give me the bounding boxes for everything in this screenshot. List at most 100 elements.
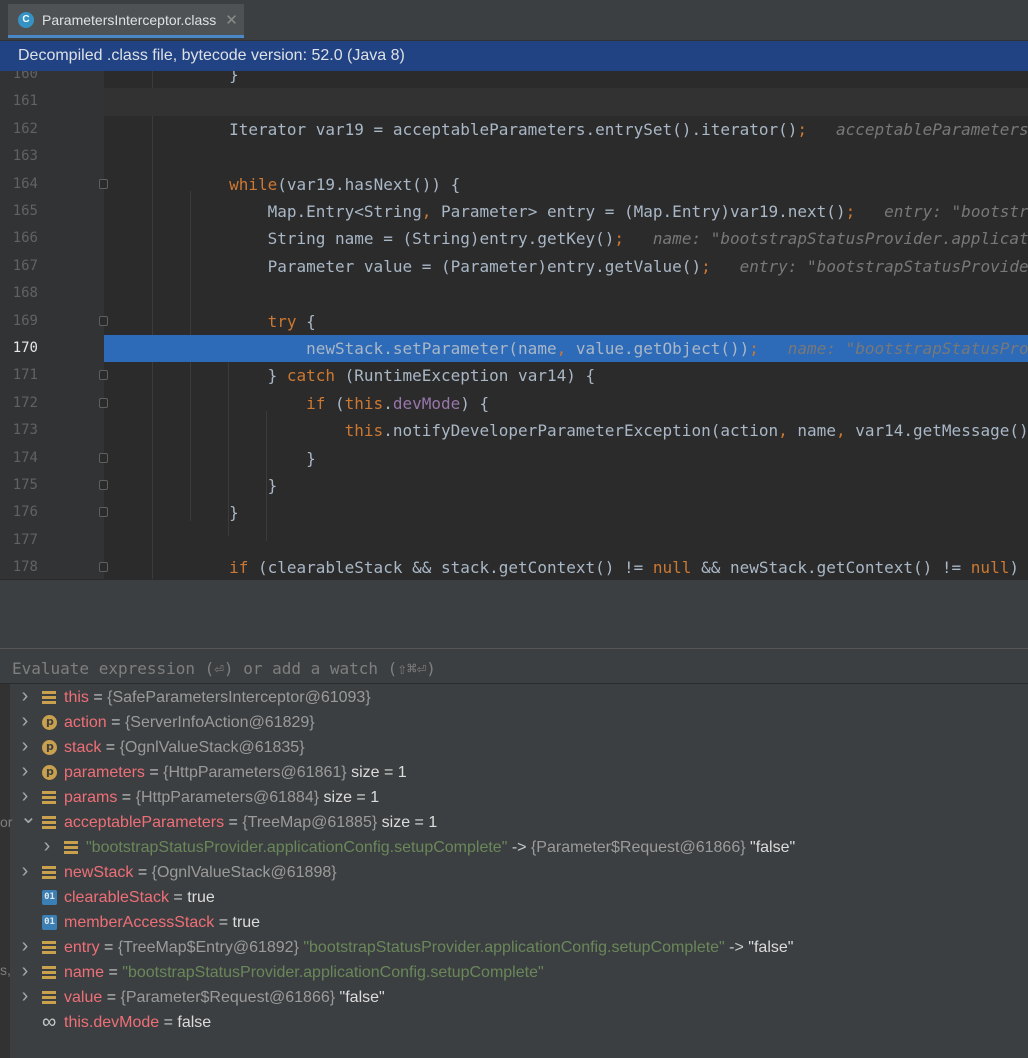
line-number[interactable]: 170 (0, 335, 38, 362)
code-line[interactable]: 161 (13, 88, 1028, 116)
code-editor[interactable]: 160 } 161 162 Iterator var19 = acceptableP… (0, 71, 1028, 579)
code-token: null (652, 558, 692, 578)
code-line[interactable]: 175 } (0, 472, 1028, 499)
variable-row[interactable]: 01 memberAccessStack = true (0, 910, 1028, 935)
code-token: ( (325, 393, 345, 413)
variable-row[interactable]: › action = {ServerInfoAction@61829} (0, 709, 1028, 735)
expand-arrow-icon[interactable]: › (20, 760, 30, 782)
code-line[interactable]: 162 Iterator var19 = acceptableParameter… (0, 116, 1028, 143)
line-number[interactable]: 167 (0, 253, 38, 280)
line-number[interactable]: 172 (0, 390, 38, 417)
code-line[interactable]: 169 try { (0, 308, 1028, 335)
code-line[interactable]: 176 } (0, 499, 1028, 526)
variable-row[interactable]: › params = {HttpParameters@61884} size = … (0, 785, 1028, 810)
line-number[interactable]: 177 (0, 527, 38, 554)
expand-arrow-icon[interactable]: › (20, 960, 30, 982)
code-line[interactable]: 165 Map.Entry<String, Parameter> entry =… (0, 198, 1028, 225)
code-line[interactable]: 178 if (clearableStack && stack.getConte… (0, 554, 1028, 579)
code-token: try (152, 311, 297, 331)
code-line[interactable]: 172 if (this.devMode) { (0, 390, 1028, 417)
line-number[interactable]: 162 (0, 116, 38, 143)
code-token: . (383, 393, 393, 413)
variable-row[interactable]: › stack = {OgnlValueStack@61835} (0, 734, 1028, 760)
variable-value: true (232, 914, 261, 931)
fold-marker-icon[interactable] (99, 397, 108, 408)
line-number[interactable]: 168 (0, 280, 38, 307)
line-number[interactable]: 171 (0, 362, 38, 389)
variable-name: value (64, 989, 103, 1006)
code-line[interactable]: 171 } catch (RuntimeException var14) { (0, 362, 1028, 389)
expand-arrow-icon[interactable]: › (20, 685, 30, 707)
line-number[interactable]: 161 (0, 88, 38, 115)
variable-row[interactable]: › name = "bootstrapStatusProvider.applica… (0, 960, 1028, 985)
fold-marker-icon[interactable] (99, 178, 108, 189)
code-token: , (778, 421, 788, 441)
variable-row[interactable]: › parameters = {HttpParameters@61861} siz… (0, 759, 1028, 785)
line-number[interactable]: 169 (0, 308, 38, 335)
variable-name: stack (64, 739, 102, 756)
code-text: while(var19.hasNext()) { (152, 171, 460, 198)
variable-row[interactable]: › "bootstrapStatusProvider.applicationCon… (0, 835, 1028, 860)
expand-arrow-icon[interactable]: › (20, 710, 30, 732)
variable-row[interactable]: › newStack = {OgnlValueStack@61898} (0, 860, 1028, 885)
code-line[interactable]: 174 } (0, 445, 1028, 472)
object-icon (42, 690, 57, 705)
variable-value: size = 1 (377, 814, 438, 831)
code-line[interactable]: 167 Parameter value = (Parameter)entry.g… (0, 253, 1028, 280)
fold-marker-icon[interactable] (99, 370, 108, 381)
expand-arrow-icon[interactable]: › (20, 860, 30, 882)
line-number[interactable]: 176 (0, 499, 38, 526)
code-line[interactable]: 163 (0, 143, 1028, 170)
variable-row[interactable]: › entry = {TreeMap$Entry@61892} "bootstra… (0, 935, 1028, 960)
decompiled-notice-banner: Decompiled .class file, bytecode version… (0, 41, 1028, 71)
collapse-arrow-icon[interactable]: ⌄ (20, 807, 37, 827)
expand-arrow-icon[interactable]: › (20, 935, 30, 957)
code-line[interactable]: 160 } (0, 71, 1028, 88)
line-number[interactable]: 178 (0, 554, 38, 579)
code-text: if (this.devMode) { (152, 390, 489, 417)
variable-row[interactable]: ∞ this.devMode = false (0, 1010, 1028, 1035)
code-line[interactable]: 166 String name = (String)entry.getKey()… (0, 225, 1028, 252)
line-number[interactable]: 160 (0, 71, 38, 88)
line-number[interactable]: 174 (0, 445, 38, 472)
expand-arrow-icon[interactable]: › (42, 835, 52, 857)
variable-row[interactable]: 01 clearableStack = true (0, 885, 1028, 910)
code-line[interactable]: 177 (0, 527, 1028, 554)
panel-divider (0, 579, 1028, 616)
fold-marker-icon[interactable] (99, 507, 108, 518)
expand-arrow-icon[interactable]: › (20, 735, 30, 757)
close-icon[interactable]: ✕ (225, 11, 238, 29)
variable-text: memberAccessStack = true (64, 910, 260, 935)
code-line[interactable]: 173 this.notifyDeveloperParameterExcepti… (0, 417, 1028, 444)
line-number[interactable]: 165 (0, 198, 38, 225)
variable-row[interactable]: ⌄ acceptableParameters = {TreeMap@61885} … (0, 807, 1028, 835)
variable-value: {TreeMap$Entry@61892} (117, 939, 299, 956)
code-token: this (152, 421, 384, 441)
tab-parameters-interceptor[interactable]: C ParametersInterceptor.class ✕ (8, 4, 244, 38)
line-number[interactable]: 164 (0, 171, 38, 198)
variable-value: size = 1 (319, 789, 380, 806)
fold-marker-icon[interactable] (99, 562, 108, 573)
line-number[interactable]: 175 (0, 472, 38, 499)
expand-arrow-icon[interactable]: › (20, 985, 30, 1007)
variable-text: params = {HttpParameters@61884} size = 1 (64, 785, 379, 810)
line-number[interactable]: 173 (0, 417, 38, 444)
fold-marker-icon[interactable] (99, 315, 108, 326)
fold-marker-icon[interactable] (99, 452, 108, 463)
variable-name: this (64, 689, 89, 706)
execution-point-line[interactable]: 170 newStack.setParameter(name, value.ge… (13, 335, 1028, 363)
code-token: (clearableStack && stack.getContext() != (248, 558, 653, 578)
variable-row[interactable]: › value = {Parameter$Request@61866} "fals… (0, 985, 1028, 1010)
expand-arrow-icon[interactable]: › (20, 785, 30, 807)
line-number[interactable]: 166 (0, 225, 38, 252)
object-icon (42, 990, 57, 1005)
line-number[interactable]: 163 (0, 143, 38, 170)
variable-name: action (64, 714, 107, 731)
code-line[interactable]: 164 while(var19.hasNext()) { (0, 171, 1028, 198)
variable-value: {ServerInfoAction@61829} (124, 714, 315, 731)
variable-row[interactable]: › this = {SafeParametersInterceptor@61093… (0, 685, 1028, 710)
evaluate-expression-input[interactable] (10, 653, 1022, 683)
code-token: .notifyDeveloperParameterException(actio… (383, 421, 779, 441)
fold-marker-icon[interactable] (99, 480, 108, 490)
code-line[interactable]: 168 (0, 280, 1028, 307)
